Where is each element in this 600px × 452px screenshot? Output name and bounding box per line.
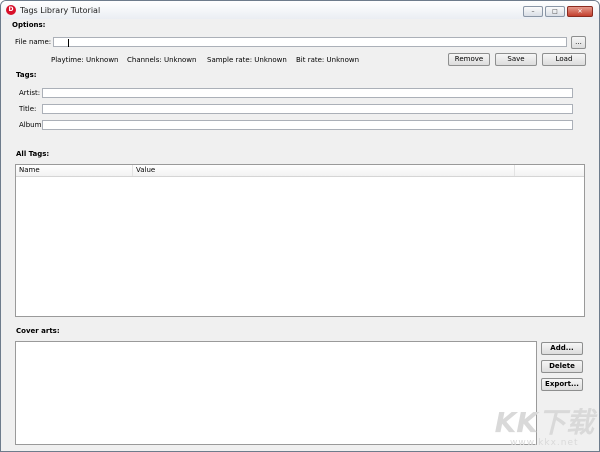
artist-label: Artist: bbox=[19, 89, 41, 97]
remove-button[interactable]: Remove bbox=[448, 53, 490, 66]
text-caret bbox=[68, 39, 69, 47]
cover-arts-group-label: Cover arts: bbox=[16, 327, 60, 335]
window-title: Tags Library Tutorial bbox=[20, 6, 101, 15]
column-header-value[interactable]: Value bbox=[133, 165, 515, 176]
title-bar[interactable]: D Tags Library Tutorial – □ ✕ bbox=[1, 1, 599, 19]
all-tags-list[interactable]: Name Value bbox=[15, 164, 585, 317]
title-label: Title: bbox=[19, 105, 37, 113]
watermark-logo: KK下载 bbox=[494, 406, 594, 439]
album-field[interactable] bbox=[42, 120, 573, 130]
close-icon[interactable]: ✕ bbox=[567, 6, 593, 17]
column-header-filler bbox=[515, 165, 584, 176]
maximize-icon[interactable]: □ bbox=[545, 6, 565, 17]
album-label: Album: bbox=[19, 121, 44, 129]
add-cover-button[interactable]: Add... bbox=[541, 342, 583, 355]
file-name-label: File name: bbox=[15, 38, 52, 46]
window-controls: – □ ✕ bbox=[521, 6, 593, 17]
header-divider bbox=[16, 176, 584, 177]
browse-button[interactable]: ... bbox=[571, 36, 586, 49]
watermark-url: www.kkx.net bbox=[510, 438, 579, 448]
options-group-label: Options: bbox=[12, 21, 46, 29]
title-field[interactable] bbox=[42, 104, 573, 114]
channels-info: Channels: Unknown bbox=[127, 56, 197, 64]
minimize-icon[interactable]: – bbox=[523, 6, 543, 17]
playtime-info: Playtime: Unknown bbox=[51, 56, 119, 64]
app-logo-icon: D bbox=[6, 5, 16, 15]
artist-field[interactable] bbox=[42, 88, 573, 98]
main-window: D Tags Library Tutorial – □ ✕ Options: F… bbox=[0, 0, 600, 452]
export-cover-button[interactable]: Export... bbox=[541, 378, 583, 391]
watermark: KK下载 www.kkx.net bbox=[494, 406, 594, 449]
tags-group-label: Tags: bbox=[16, 71, 37, 79]
file-name-input[interactable] bbox=[53, 37, 567, 47]
delete-cover-button[interactable]: Delete bbox=[541, 360, 583, 373]
load-button[interactable]: Load bbox=[542, 53, 586, 66]
save-button[interactable]: Save bbox=[495, 53, 537, 66]
bit-rate-info: Bit rate: Unknown bbox=[296, 56, 360, 64]
column-header-name[interactable]: Name bbox=[16, 165, 133, 176]
all-tags-group-label: All Tags: bbox=[16, 150, 50, 158]
sample-rate-info: Sample rate: Unknown bbox=[207, 56, 287, 64]
cover-arts-list[interactable] bbox=[15, 341, 537, 445]
